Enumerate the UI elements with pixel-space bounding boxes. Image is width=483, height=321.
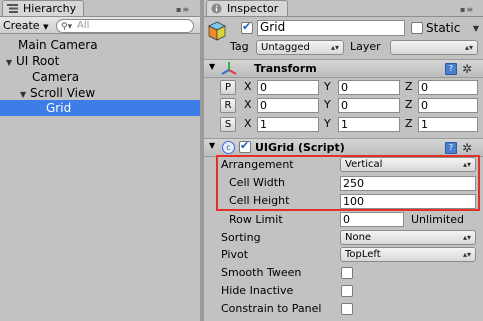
axis-y-label: Y bbox=[324, 80, 331, 93]
axis-z-label: Z bbox=[405, 80, 413, 93]
help-icon[interactable]: ? bbox=[445, 142, 457, 154]
tag-value: Untagged bbox=[261, 42, 310, 53]
row-limit-note: Unlimited bbox=[411, 213, 464, 226]
transform-header[interactable]: ▼ Transform ? ✲ bbox=[204, 59, 483, 78]
axis-z-label: Z bbox=[405, 117, 413, 130]
smooth-tween-checkbox[interactable] bbox=[341, 267, 353, 279]
list-item-selected[interactable]: Grid bbox=[0, 100, 200, 116]
tab-hierarchy[interactable]: Hierarchy bbox=[2, 0, 84, 16]
static-dropdown[interactable]: ▼ bbox=[467, 22, 479, 37]
list-item[interactable]: ▼ Scroll View bbox=[0, 85, 200, 101]
row-limit-label: Row Limit bbox=[229, 213, 283, 226]
list-item-label: Grid bbox=[46, 101, 72, 115]
chevron-down-icon: ▼ bbox=[472, 24, 479, 33]
list-icon bbox=[7, 4, 18, 13]
script-icon: c bbox=[222, 141, 235, 154]
row-limit-field[interactable]: 0 bbox=[340, 212, 404, 227]
chevron-down-icon: ▼ bbox=[43, 23, 49, 31]
panel-menu-icon[interactable]: ▪≡ bbox=[176, 5, 190, 14]
scale-z-field[interactable]: 1 bbox=[418, 117, 478, 132]
sorting-dropdown[interactable]: None ▴▾ bbox=[340, 230, 476, 245]
highlight-box bbox=[216, 155, 480, 211]
scale-y-field[interactable]: 1 bbox=[338, 117, 400, 132]
pivot-value: TopLeft bbox=[345, 249, 381, 260]
list-item-label: Scroll View bbox=[30, 86, 96, 100]
position-y-field[interactable]: 0 bbox=[338, 80, 400, 95]
object-name-field[interactable]: Grid bbox=[257, 20, 405, 36]
hierarchy-toolbar: Create ▼ ⚲▾ All bbox=[0, 16, 200, 34]
transform-axes-icon bbox=[221, 62, 237, 75]
chevron-updown-icon: ▴▾ bbox=[462, 250, 471, 259]
rotation-y-field[interactable]: 0 bbox=[338, 98, 400, 113]
axis-z-label: Z bbox=[405, 98, 413, 111]
static-checkbox[interactable] bbox=[411, 22, 423, 34]
rotation-z-field[interactable]: 0 bbox=[418, 98, 478, 113]
constrain-to-panel-checkbox[interactable] bbox=[341, 303, 353, 315]
tag-dropdown[interactable]: Untagged ▴▾ bbox=[256, 40, 344, 55]
create-button[interactable]: Create ▼ bbox=[3, 18, 48, 35]
position-z-field[interactable]: 0 bbox=[418, 80, 478, 95]
chevron-updown-icon: ▴▾ bbox=[330, 43, 339, 52]
smooth-tween-label: Smooth Tween bbox=[221, 266, 302, 279]
sorting-label: Sorting bbox=[221, 231, 261, 244]
chevron-updown-icon: ▴▾ bbox=[462, 233, 471, 242]
scale-reset-button[interactable]: S bbox=[220, 117, 236, 132]
info-icon bbox=[211, 3, 222, 14]
list-item-label: Camera bbox=[32, 70, 80, 84]
expand-arrow-icon[interactable]: ▼ bbox=[209, 141, 215, 150]
hierarchy-panel: Hierarchy ▪≡ Create ▼ ⚲▾ All Main Camera… bbox=[0, 0, 200, 321]
axis-x-label: X bbox=[244, 80, 252, 93]
gear-icon[interactable]: ✲ bbox=[462, 142, 472, 154]
tab-hierarchy-label: Hierarchy bbox=[23, 2, 77, 15]
list-item[interactable]: Camera bbox=[0, 69, 200, 85]
tab-inspector-label: Inspector bbox=[227, 2, 279, 15]
inspector-panel: Inspector ▪≡ Grid Static ▼ Tag Untagged ▴… bbox=[204, 0, 483, 321]
sorting-value: None bbox=[345, 232, 372, 243]
scale-x-field[interactable]: 1 bbox=[257, 117, 319, 132]
expand-arrow-icon[interactable]: ▼ bbox=[209, 62, 215, 71]
uigrid-title: UIGrid (Script) bbox=[255, 141, 345, 154]
position-x-field[interactable]: 0 bbox=[257, 80, 319, 95]
layer-dropdown[interactable]: ▴▾ bbox=[390, 40, 478, 55]
transform-title: Transform bbox=[254, 62, 317, 75]
create-button-label: Create bbox=[3, 19, 40, 32]
gameobject-cube-icon bbox=[208, 21, 226, 41]
constrain-to-panel-label: Constrain to Panel bbox=[221, 302, 322, 315]
gear-icon[interactable]: ✲ bbox=[462, 63, 472, 75]
rotation-reset-button[interactable]: R bbox=[220, 98, 236, 113]
axis-x-label: X bbox=[244, 98, 252, 111]
axis-y-label: Y bbox=[324, 117, 331, 130]
hide-inactive-label: Hide Inactive bbox=[221, 284, 294, 297]
position-reset-button[interactable]: P bbox=[220, 80, 236, 95]
panel-menu-icon[interactable]: ▪≡ bbox=[460, 5, 474, 14]
pivot-label: Pivot bbox=[221, 248, 249, 261]
hierarchy-search-input[interactable]: ⚲▾ All bbox=[56, 19, 194, 33]
list-item-label: UI Root bbox=[16, 54, 60, 68]
pivot-dropdown[interactable]: TopLeft ▴▾ bbox=[340, 247, 476, 262]
search-placeholder: All bbox=[77, 20, 90, 31]
list-item-label: Main Camera bbox=[18, 38, 98, 52]
axis-y-label: Y bbox=[324, 98, 331, 111]
help-icon[interactable]: ? bbox=[445, 63, 457, 75]
uigrid-enabled-checkbox[interactable] bbox=[239, 139, 251, 153]
tag-label: Tag bbox=[230, 40, 249, 53]
hide-inactive-checkbox[interactable] bbox=[341, 285, 353, 297]
layer-label: Layer bbox=[350, 40, 381, 53]
hierarchy-list: Main Camera ▼ UI Root Camera ▼ Scroll View… bbox=[0, 35, 200, 321]
active-checkbox[interactable] bbox=[241, 20, 253, 34]
chevron-updown-icon: ▴▾ bbox=[464, 43, 473, 52]
list-item[interactable]: Main Camera bbox=[0, 37, 200, 53]
list-item[interactable]: ▼ UI Root bbox=[0, 53, 200, 69]
static-label: Static bbox=[426, 21, 461, 35]
axis-x-label: X bbox=[244, 117, 252, 130]
inspector-body: Grid Static ▼ Tag Untagged ▴▾ Layer ▴▾ ▼ … bbox=[204, 16, 483, 321]
search-icon: ⚲▾ bbox=[61, 22, 73, 32]
rotation-x-field[interactable]: 0 bbox=[257, 98, 319, 113]
tab-inspector[interactable]: Inspector bbox=[206, 0, 288, 16]
